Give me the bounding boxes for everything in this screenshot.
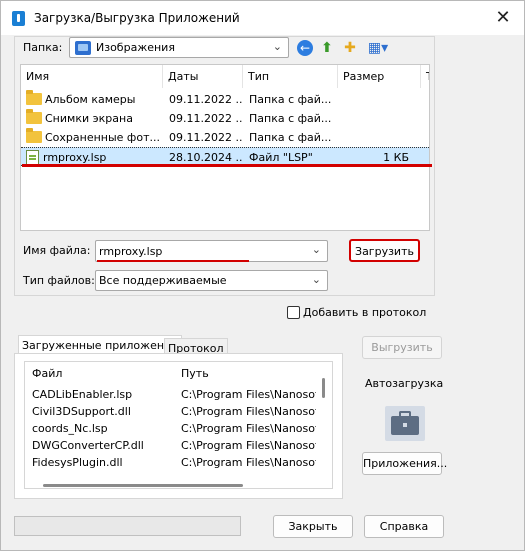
app-path: C:\Program Files\Nanosoft\ <box>181 422 316 435</box>
apps-startup-button[interactable]: Приложения... <box>362 452 447 475</box>
up-arrow-icon: ⬆ <box>321 40 333 56</box>
file-type: Папка с фай... <box>249 93 332 106</box>
filetype-label: Тип файлов: <box>23 274 95 287</box>
folder-dropdown[interactable]: Изображения ⌄ <box>69 37 289 58</box>
folder-icon <box>26 128 42 143</box>
column-header-path[interactable]: Путь <box>181 365 209 382</box>
back-arrow-icon: ← <box>297 40 313 56</box>
app-icon <box>12 11 25 26</box>
dialog-window: Загрузка/Выгрузка Приложений ✕ Папка: Из… <box>0 0 525 551</box>
column-header-size[interactable]: Размер <box>338 65 421 88</box>
folder-label: Папка: <box>23 41 63 54</box>
column-header-file[interactable]: Файл <box>32 365 62 382</box>
status-field <box>14 516 241 536</box>
help-button[interactable]: Справка <box>364 515 444 538</box>
title-bar: Загрузка/Выгрузка Приложений ✕ <box>1 1 524 35</box>
briefcase-icon <box>385 406 425 441</box>
list-item[interactable]: coords_Nc.lsp C:\Program Files\Nanosoft\ <box>25 420 325 437</box>
file-row[interactable]: Альбом камеры 09.11.2022 ... Папка с фай… <box>21 90 429 109</box>
file-name: Снимки экрана <box>45 112 133 125</box>
list-item[interactable]: FidesysPlugin.dll C:\Program Files\Nanos… <box>25 454 325 471</box>
column-header-date[interactable]: Даты <box>163 65 243 88</box>
load-button[interactable]: Загрузить <box>349 239 420 262</box>
red-filename-underline <box>97 260 249 262</box>
red-highlight-underline <box>22 164 432 167</box>
folder-icon <box>26 90 42 105</box>
column-header-type[interactable]: Тип <box>243 65 338 88</box>
tab-loaded-apps[interactable]: Загруженные приложения <box>18 335 182 355</box>
app-file: DWGConverterCP.dll <box>32 439 144 452</box>
chevron-down-icon: ⌄ <box>272 40 282 53</box>
chevron-down-icon: ⌄ <box>311 273 321 286</box>
filename-input[interactable]: rmproxy.lsp ⌄ <box>95 240 328 262</box>
column-header-extra[interactable]: Т <box>421 65 429 88</box>
view-menu-button[interactable]: ▦▾ <box>364 38 392 58</box>
filetype-dropdown[interactable]: Все поддерживаемые ⌄ <box>95 270 328 291</box>
app-file: coords_Nc.lsp <box>32 422 108 435</box>
chevron-down-icon: ⌄ <box>311 243 321 256</box>
list-item[interactable]: Civil3DSupport.dll C:\Program Files\Nano… <box>25 403 325 420</box>
file-row[interactable]: Сохраненные фот... 09.11.2022 ... Папка … <box>21 128 429 147</box>
close-icon[interactable]: ✕ <box>488 5 518 31</box>
horizontal-scrollbar[interactable] <box>43 484 243 487</box>
app-file: Civil3DSupport.dll <box>32 405 131 418</box>
folder-icon <box>26 109 42 124</box>
close-button[interactable]: Закрыть <box>273 515 353 538</box>
filename-value: rmproxy.lsp <box>99 245 163 258</box>
file-date: 09.11.2022 ... <box>169 93 243 106</box>
app-path: C:\Program Files\Nanosoft\ <box>181 456 316 469</box>
list-item[interactable]: DWGConverterCP.dll C:\Program Files\Nano… <box>25 437 325 454</box>
app-path: C:\Program Files\Nanosoft\ <box>181 439 316 452</box>
back-button[interactable]: ← <box>295 38 315 58</box>
add-to-log-checkbox[interactable] <box>287 306 300 319</box>
add-to-log-label[interactable]: Добавить в протокол <box>303 306 426 319</box>
view-grid-icon: ▦▾ <box>367 40 389 56</box>
file-list[interactable]: Имя ^ Даты Тип Размер Т Альбом камеры 09… <box>20 64 430 231</box>
app-file: CADLibEnabler.lsp <box>32 388 133 401</box>
new-folder-icon: ✚ <box>344 40 356 56</box>
load-button-label: Загрузить <box>355 245 414 258</box>
list-item[interactable]: CADLibEnabler.lsp C:\Program Files\Nanos… <box>25 386 325 403</box>
apps-list-header: Файл Путь <box>25 365 325 382</box>
apps-list[interactable]: Файл Путь CADLibEnabler.lsp C:\Program F… <box>24 361 333 489</box>
file-type: Папка с фай... <box>249 112 332 125</box>
folder-current: Изображения <box>96 41 175 54</box>
vertical-scrollbar[interactable] <box>322 378 325 398</box>
up-folder-button[interactable]: ⬆ <box>317 38 337 58</box>
close-button-label: Закрыть <box>288 520 338 533</box>
app-path: C:\Program Files\Nanosoft\ <box>181 405 316 418</box>
app-path: C:\Program Files\Nanosoft\ <box>181 388 316 401</box>
sort-up-icon: ^ <box>85 64 93 72</box>
filename-label: Имя файла: <box>23 244 91 257</box>
file-date: 09.11.2022 ... <box>169 131 243 144</box>
filetype-value: Все поддерживаемые <box>99 274 227 287</box>
file-date: 09.11.2022 ... <box>169 112 243 125</box>
file-row[interactable]: Снимки экрана 09.11.2022 ... Папка с фай… <box>21 109 429 128</box>
app-file: FidesysPlugin.dll <box>32 456 123 469</box>
file-name: Сохраненные фот... <box>45 131 160 144</box>
images-folder-icon <box>75 41 91 55</box>
file-name: Альбом камеры <box>45 93 136 106</box>
window-title: Загрузка/Выгрузка Приложений <box>34 11 240 25</box>
file-type: Папка с фай... <box>249 131 332 144</box>
new-folder-button[interactable]: ✚ <box>340 38 360 58</box>
file-name: rmproxy.lsp <box>43 151 107 164</box>
autoload-label: Автозагрузка <box>365 377 444 390</box>
help-button-label: Справка <box>379 520 429 533</box>
lsp-file-icon <box>26 149 39 165</box>
unload-button-label: Выгрузить <box>371 341 433 354</box>
unload-button[interactable]: Выгрузить <box>362 336 442 359</box>
apps-startup-button-label: Приложения... <box>363 457 448 470</box>
